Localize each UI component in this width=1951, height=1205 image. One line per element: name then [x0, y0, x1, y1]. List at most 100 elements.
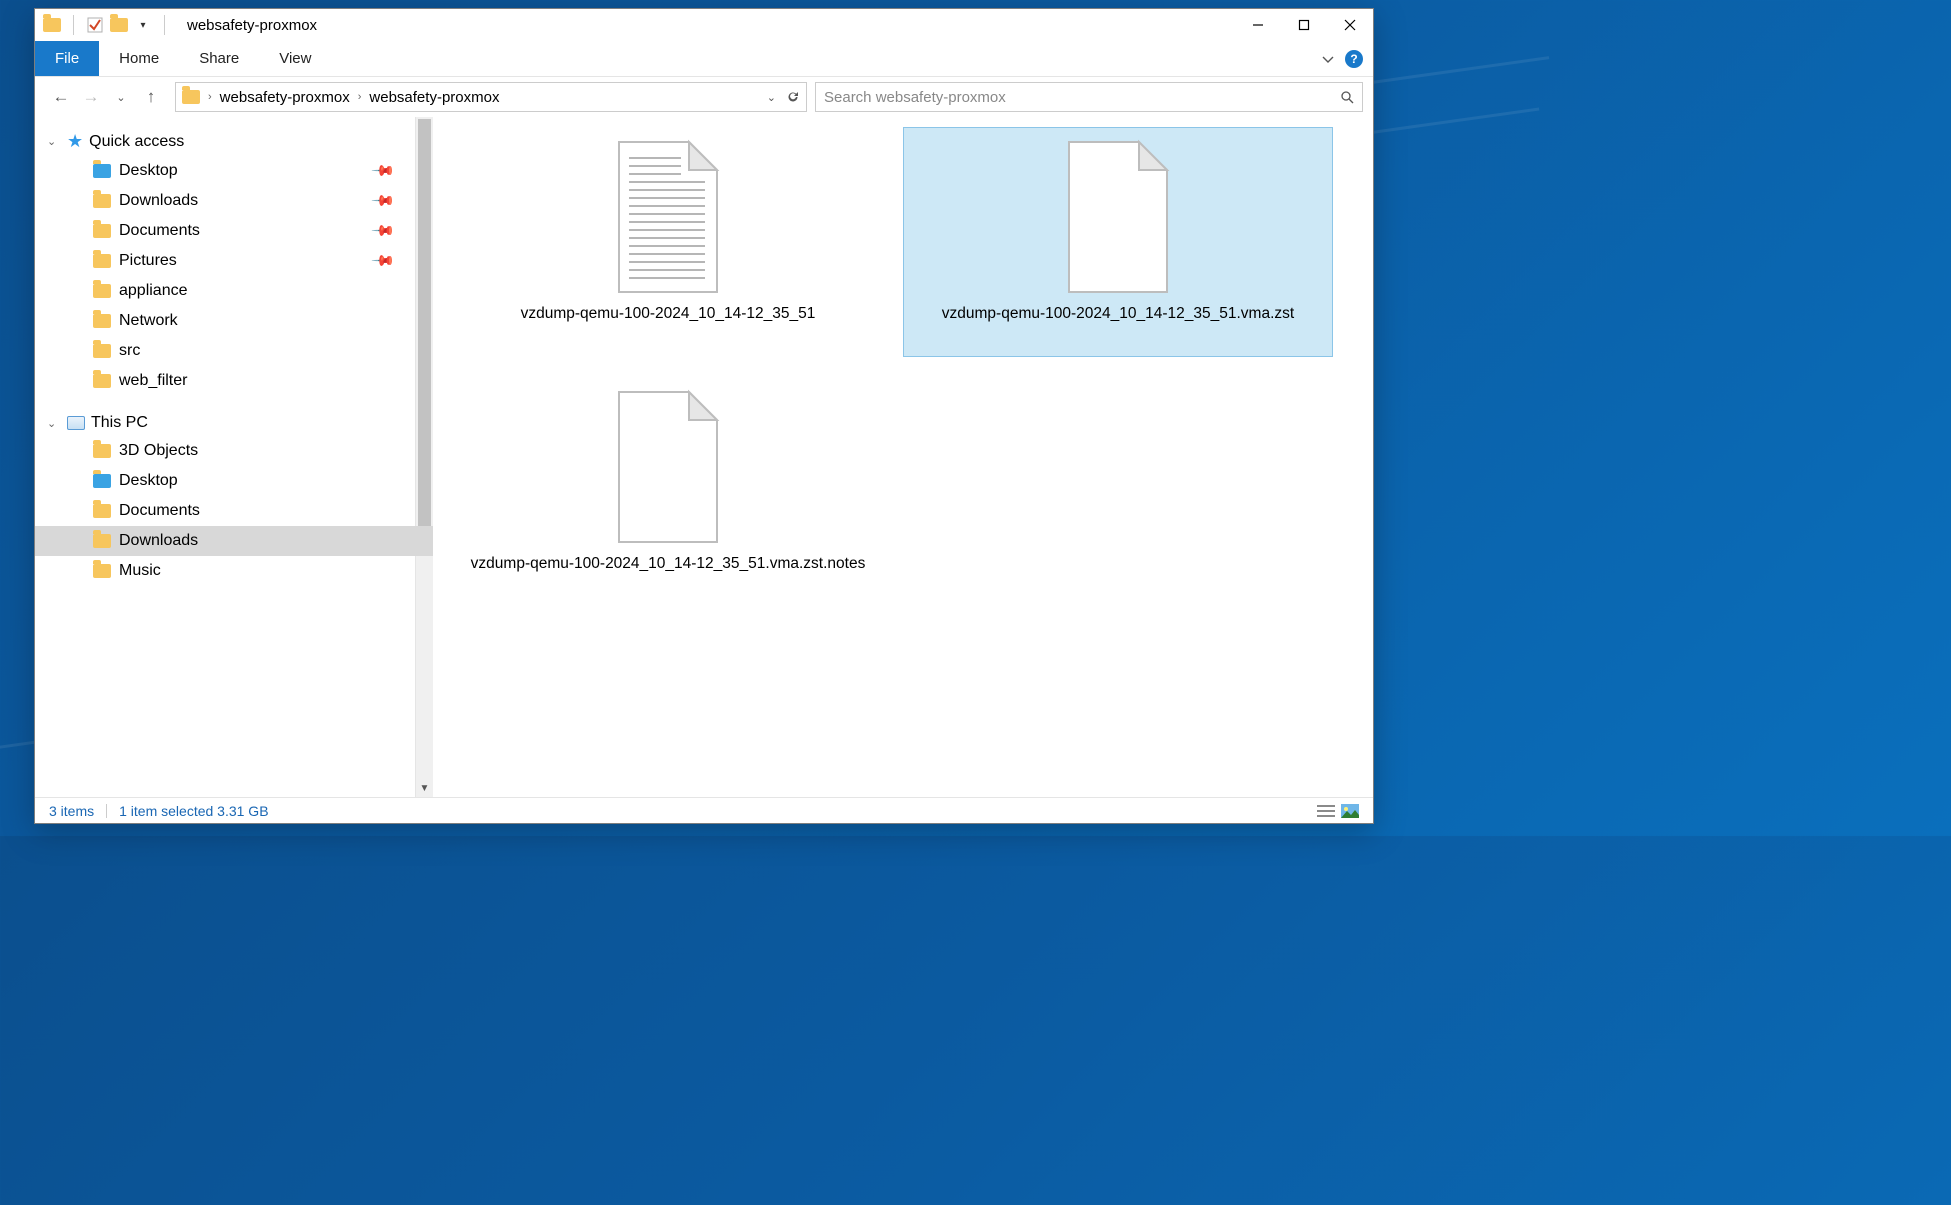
- sidebar-item-label: web_filter: [119, 372, 187, 390]
- tab-file[interactable]: File: [35, 41, 99, 76]
- sidebar-item-network[interactable]: Network: [35, 306, 433, 336]
- address-bar[interactable]: › websafety-proxmox› websafety-proxmox ⌄: [175, 82, 807, 112]
- sidebar-item-src[interactable]: src: [35, 336, 433, 366]
- pc-icon: [67, 416, 85, 430]
- app-icon: [43, 16, 61, 34]
- nav-back-button[interactable]: ←: [51, 87, 71, 107]
- address-row: ← → ⌄ ↑ › websafety-proxmox› websafety-p…: [35, 77, 1373, 117]
- folder-icon: [93, 164, 111, 178]
- tab-home[interactable]: Home: [99, 41, 179, 76]
- sidebar-item-label: src: [119, 342, 140, 360]
- breadcrumb-level1[interactable]: websafety-proxmox›: [220, 89, 362, 106]
- star-icon: ★: [67, 131, 83, 152]
- pin-icon: 📌: [371, 158, 397, 184]
- folder-icon: [93, 314, 111, 328]
- file-name: vzdump-qemu-100-2024_10_14-12_35_51.vma.…: [461, 554, 876, 574]
- this-pc-label: This PC: [91, 414, 148, 432]
- qat-new-folder-icon[interactable]: [110, 16, 128, 34]
- sidebar-item-downloads[interactable]: Downloads 📌: [35, 186, 433, 216]
- sidebar-item-pc-documents[interactable]: Documents: [35, 496, 433, 526]
- sidebar-item-label: Downloads: [119, 192, 198, 210]
- chevron-down-icon[interactable]: ⌄: [47, 417, 56, 430]
- search-icon[interactable]: [1340, 90, 1354, 104]
- sidebar-item-appliance[interactable]: appliance: [35, 276, 433, 306]
- sidebar-item-3dobjects[interactable]: 3D Objects: [35, 436, 433, 466]
- ribbon: File Home Share View ?: [35, 41, 1373, 77]
- qat-customize-icon[interactable]: ▾: [134, 16, 152, 34]
- minimize-button[interactable]: [1235, 9, 1281, 41]
- help-icon[interactable]: ?: [1345, 50, 1363, 68]
- status-selection: 1 item selected 3.31 GB: [119, 803, 268, 819]
- sidebar-item-webfilter[interactable]: web_filter: [35, 366, 433, 396]
- file-thumbnail-icon: [609, 388, 727, 546]
- file-name: vzdump-qemu-100-2024_10_14-12_35_51.vma.…: [932, 304, 1304, 324]
- sidebar-item-label: Network: [119, 312, 178, 330]
- sidebar-item-label: Documents: [119, 502, 200, 520]
- status-bar: 3 items 1 item selected 3.31 GB: [35, 797, 1373, 823]
- folder-icon: [93, 254, 111, 268]
- window-title: websafety-proxmox: [187, 17, 317, 34]
- nav-forward-button[interactable]: →: [81, 87, 101, 107]
- this-pc-group[interactable]: ⌄ This PC: [35, 410, 433, 436]
- folder-icon: [93, 444, 111, 458]
- view-large-icons-icon[interactable]: [1341, 804, 1359, 818]
- chevron-down-icon[interactable]: ⌄: [47, 135, 56, 148]
- file-item[interactable]: vzdump-qemu-100-2024_10_14-12_35_51: [453, 127, 883, 357]
- refresh-icon[interactable]: [786, 90, 800, 104]
- folder-icon: [93, 534, 111, 548]
- sidebar-item-label: 3D Objects: [119, 442, 198, 460]
- sidebar-item-pc-desktop[interactable]: Desktop: [35, 466, 433, 496]
- qat-properties-icon[interactable]: [86, 16, 104, 34]
- file-name: vzdump-qemu-100-2024_10_14-12_35_51: [511, 304, 826, 324]
- address-folder-icon: [182, 88, 200, 106]
- folder-icon: [93, 224, 111, 238]
- ribbon-collapse-icon[interactable]: [1321, 52, 1335, 66]
- file-thumbnail-icon: [609, 138, 727, 296]
- quick-access-label: Quick access: [89, 133, 184, 151]
- breadcrumb-level2[interactable]: websafety-proxmox: [369, 89, 499, 106]
- file-item[interactable]: vzdump-qemu-100-2024_10_14-12_35_51.vma.…: [453, 377, 883, 607]
- sidebar-item-pc-downloads[interactable]: Downloads: [35, 526, 433, 556]
- nav-up-button[interactable]: ↑: [141, 87, 161, 107]
- file-list[interactable]: vzdump-qemu-100-2024_10_14-12_35_51 vzdu…: [433, 117, 1373, 797]
- status-item-count: 3 items: [49, 803, 94, 819]
- sidebar-item-pictures[interactable]: Pictures 📌: [35, 246, 433, 276]
- quick-access-group[interactable]: ⌄ ★ Quick access: [35, 127, 433, 156]
- folder-icon: [93, 564, 111, 578]
- file-explorer-window: ▾ websafety-proxmox File Home Share View: [34, 8, 1374, 824]
- search-box[interactable]: [815, 82, 1363, 112]
- nav-recent-dropdown[interactable]: ⌄: [111, 87, 131, 107]
- scroll-down-icon[interactable]: ▼: [416, 779, 433, 797]
- folder-icon: [93, 344, 111, 358]
- maximize-button[interactable]: [1281, 9, 1327, 41]
- folder-icon: [93, 374, 111, 388]
- file-thumbnail-icon: [1059, 138, 1177, 296]
- sidebar-item-pc-music[interactable]: Music: [35, 556, 433, 586]
- sidebar-item-label: Desktop: [119, 162, 178, 180]
- sidebar-item-label: Downloads: [119, 532, 198, 550]
- crumb-root-arrow[interactable]: ›: [208, 91, 212, 103]
- sidebar-item-label: Documents: [119, 222, 200, 240]
- sidebar-item-label: Desktop: [119, 472, 178, 490]
- title-bar: ▾ websafety-proxmox: [35, 9, 1373, 41]
- view-details-icon[interactable]: [1317, 804, 1335, 818]
- search-input[interactable]: [824, 89, 1340, 106]
- folder-icon: [93, 284, 111, 298]
- pin-icon: 📌: [371, 218, 397, 244]
- close-button[interactable]: [1327, 9, 1373, 41]
- tab-view[interactable]: View: [259, 41, 331, 76]
- folder-icon: [93, 474, 111, 488]
- tab-share[interactable]: Share: [179, 41, 259, 76]
- address-dropdown-icon[interactable]: ⌄: [767, 91, 776, 104]
- sidebar-item-label: Pictures: [119, 252, 177, 270]
- sidebar-item-documents[interactable]: Documents 📌: [35, 216, 433, 246]
- pin-icon: 📌: [371, 248, 397, 274]
- sidebar-item-label: appliance: [119, 282, 188, 300]
- folder-icon: [93, 504, 111, 518]
- folder-icon: [93, 194, 111, 208]
- file-item[interactable]: vzdump-qemu-100-2024_10_14-12_35_51.vma.…: [903, 127, 1333, 357]
- sidebar-item-label: Music: [119, 562, 161, 580]
- pin-icon: 📌: [371, 188, 397, 214]
- sidebar-item-desktop[interactable]: Desktop 📌: [35, 156, 433, 186]
- navigation-pane: ▲ ▼ ⌄ ★ Quick access Desktop 📌 Downloads…: [35, 117, 433, 797]
